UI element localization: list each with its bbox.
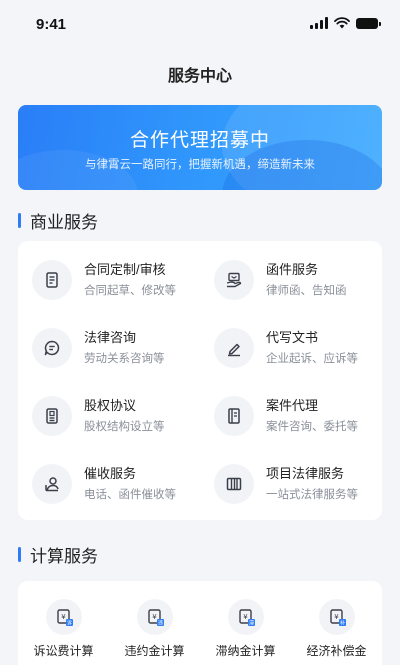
- calc-section-header: 计算服务: [18, 542, 98, 567]
- wifi-icon: [334, 17, 350, 29]
- status-bar: 9:41: [0, 0, 400, 46]
- service-item-contract[interactable]: 合同定制/审核 合同起草、修改等: [32, 260, 176, 300]
- business-services-card: 合同定制/审核 合同起草、修改等 函件服务 律师函、告知函 法律咨询 劳动关系咨…: [18, 241, 382, 520]
- service-desc: 劳动关系咨询等: [84, 353, 165, 365]
- service-center-page: 9:41 服务中心 合作代理招募中 与律霄云一路同行，把握新机遇，缔造新未来 商…: [0, 0, 400, 665]
- calc-item-compensation[interactable]: ¥ 补 经济补偿金: [291, 599, 382, 659]
- calculator-icon: ¥ 补: [318, 599, 355, 635]
- service-desc: 案件咨询、委托等: [266, 421, 358, 433]
- calc-label: 诉讼费计算: [33, 644, 94, 658]
- service-desc: 企业起诉、应诉等: [266, 353, 358, 365]
- calc-services-card: ¥ 诉 诉讼费计算 ¥ 违 违约金计算 ¥ 滞 滞纳金计算 ¥ 补 经济补偿金: [18, 581, 382, 665]
- chat-icon: [32, 328, 72, 368]
- calc-item-litigation-fee[interactable]: ¥ 诉 诉讼费计算: [18, 599, 109, 659]
- calc-item-late-fee[interactable]: ¥ 滞 滞纳金计算: [200, 599, 291, 659]
- battery-icon: [356, 17, 381, 29]
- calculator-icon: ¥ 滞: [227, 599, 264, 635]
- calculator-icon: ¥ 诉: [45, 599, 82, 635]
- calc-item-penalty[interactable]: ¥ 违 违约金计算: [109, 599, 200, 659]
- signal-icon: [310, 17, 328, 29]
- service-desc: 股权结构设立等: [84, 421, 165, 433]
- service-item-collection[interactable]: 催收服务 电话、函件催收等: [32, 464, 176, 504]
- svg-text:¥: ¥: [152, 613, 157, 621]
- service-item-document[interactable]: 代写文书 企业起诉、应诉等: [214, 328, 358, 368]
- business-section-title: 商业服务: [30, 213, 98, 232]
- calc-label: 违约金计算: [124, 644, 185, 658]
- collection-icon: [32, 464, 72, 504]
- svg-text:¥: ¥: [61, 613, 66, 621]
- service-desc: 律师函、告知函: [266, 285, 347, 297]
- svg-text:诉: 诉: [66, 620, 71, 627]
- service-desc: 电话、函件催收等: [84, 489, 176, 501]
- status-time: 9:41: [36, 16, 67, 33]
- svg-text:¥: ¥: [243, 613, 248, 621]
- service-item-equity[interactable]: 股权协议 股权结构设立等: [32, 396, 165, 436]
- status-icons: [310, 17, 381, 29]
- service-name: 法律咨询: [84, 330, 137, 345]
- service-desc: 一站式法律服务等: [266, 489, 358, 501]
- service-item-project[interactable]: 项目法律服务 一站式法律服务等: [214, 464, 358, 504]
- service-name: 催收服务: [84, 466, 137, 481]
- svg-text:滞: 滞: [248, 620, 253, 627]
- letter-icon: [214, 260, 254, 300]
- service-item-consult[interactable]: 法律咨询 劳动关系咨询等: [32, 328, 165, 368]
- service-name: 函件服务: [266, 262, 319, 277]
- service-item-case[interactable]: 案件代理 案件咨询、委托等: [214, 396, 358, 436]
- service-name: 项目法律服务: [266, 466, 345, 481]
- business-section-header: 商业服务: [18, 208, 98, 233]
- section-accent-bar: [18, 547, 21, 562]
- page-title: 服务中心: [167, 68, 232, 85]
- calc-label: 经济补偿金: [306, 644, 367, 658]
- service-name: 股权协议: [84, 398, 137, 413]
- pen-icon: [214, 328, 254, 368]
- service-name: 代写文书: [266, 330, 319, 345]
- banner-title: 合作代理招募中: [129, 130, 270, 151]
- section-accent-bar: [18, 213, 21, 228]
- banner-subtitle: 与律霄云一路同行，把握新机遇，缔造新未来: [85, 159, 315, 171]
- calculator-icon: ¥ 违: [136, 599, 173, 635]
- agent-recruit-banner[interactable]: 合作代理招募中 与律霄云一路同行，把握新机遇，缔造新未来: [18, 105, 382, 190]
- svg-text:补: 补: [339, 620, 344, 627]
- contract-icon: [32, 260, 72, 300]
- service-name: 案件代理: [266, 398, 319, 413]
- service-name: 合同定制/审核: [84, 262, 166, 277]
- case-folder-icon: [214, 396, 254, 436]
- equity-doc-icon: [32, 396, 72, 436]
- service-desc: 合同起草、修改等: [84, 285, 176, 297]
- service-item-letter[interactable]: 函件服务 律师函、告知函: [214, 260, 347, 300]
- svg-text:¥: ¥: [334, 613, 339, 621]
- svg-text:违: 违: [157, 621, 162, 627]
- calc-label: 滞纳金计算: [215, 644, 276, 658]
- project-icon: [214, 464, 254, 504]
- calc-section-title: 计算服务: [30, 547, 98, 566]
